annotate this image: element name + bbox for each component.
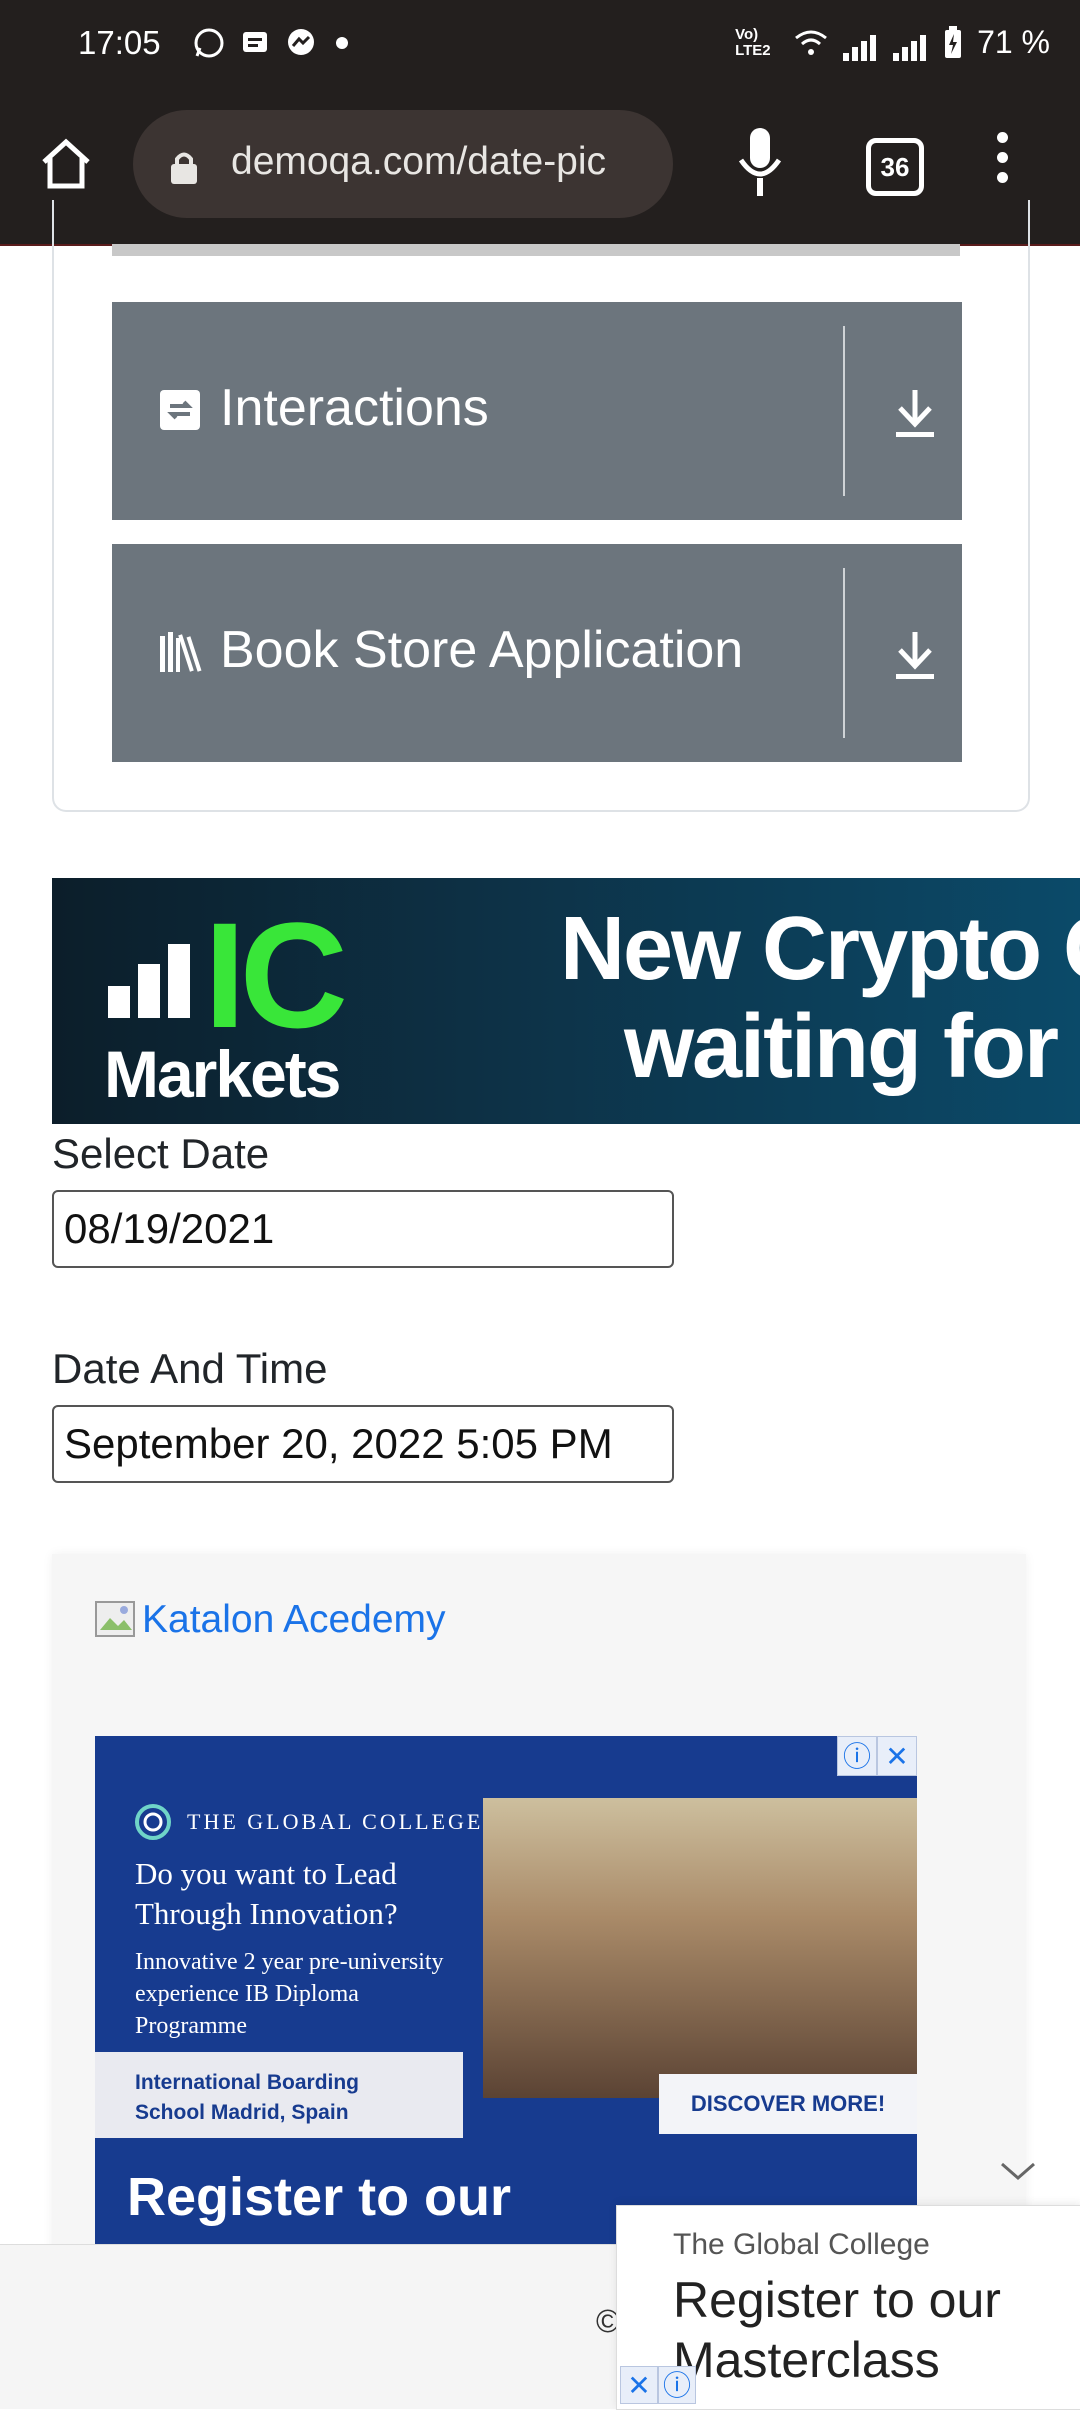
- notification-icons: [192, 26, 352, 60]
- ad-location-box: International Boarding School Madrid, Sp…: [95, 2052, 463, 2138]
- system-icons: Vo) LTE2 71 %: [735, 24, 1050, 61]
- download-arrow-icon[interactable]: [890, 626, 940, 686]
- whatsapp-icon: [194, 28, 224, 58]
- ad-controls: ⓘ ✕: [837, 1736, 917, 1776]
- college-logo-text: THE GLOBAL COLLEGE: [187, 1809, 484, 1834]
- group-label: Interactions: [220, 379, 489, 437]
- chevron-down-icon[interactable]: [998, 2160, 1038, 2184]
- ad-close-icon[interactable]: ✕: [877, 1736, 917, 1776]
- interactions-icon: [160, 390, 200, 430]
- katalon-link[interactable]: Katalon Acedemy: [94, 1598, 446, 1642]
- bookstore-icon: [160, 632, 202, 672]
- download-arrow-icon[interactable]: [890, 384, 940, 444]
- ad-info-icon[interactable]: ⓘ: [658, 2366, 696, 2404]
- home-icon[interactable]: [36, 134, 96, 194]
- panel-divider: [112, 244, 960, 256]
- ad-question: Do you want to Lead Through Innovation?: [135, 1856, 398, 1931]
- ad-headline: Register to our Masterclass: [673, 2272, 1001, 2388]
- wifi-icon: [795, 30, 827, 55]
- group-book-store[interactable]: Book Store Application: [112, 544, 962, 762]
- bottom-ad[interactable]: The Global College Register to our Maste…: [616, 2205, 1080, 2410]
- tab-switcher-button[interactable]: 36: [866, 138, 924, 196]
- battery-level: 71 %: [977, 24, 1050, 60]
- ad-register-text: Register to our: [127, 2167, 512, 2227]
- signal-icon-2: [893, 24, 929, 61]
- signal-icon-1: [843, 24, 879, 61]
- classroom-photo: [483, 1798, 917, 2098]
- college-logo: THE GLOBAL COLLEGE: [133, 1802, 483, 1842]
- group-interactions[interactable]: Interactions: [112, 302, 962, 520]
- lock-icon: [171, 152, 197, 184]
- ad-info-icon[interactable]: ⓘ: [837, 1736, 877, 1776]
- group-label: Book Store Application: [220, 621, 744, 679]
- date-time-input[interactable]: September 20, 2022 5:05 PM: [52, 1405, 674, 1483]
- select-date-label: Select Date: [52, 1130, 270, 1177]
- broken-image-icon: [95, 1601, 135, 1637]
- ad-headline-2: waiting for y: [624, 997, 1080, 1097]
- ad-advertiser: The Global College: [673, 2228, 930, 2261]
- status-bar: 17:05 Vo) LTE2 71 %: [0, 0, 1080, 88]
- katalon-link-text: Katalon Acedemy: [142, 1598, 446, 1641]
- url-text: demoqa.com/date-pic: [231, 140, 607, 183]
- volte-icon: Vo) LTE2: [735, 25, 771, 59]
- date-time-label: Date And Time: [52, 1345, 328, 1392]
- divider: [843, 326, 845, 496]
- discover-more-button[interactable]: DISCOVER MORE!: [659, 2074, 917, 2134]
- microphone-icon[interactable]: [735, 124, 785, 204]
- ad-close-icon[interactable]: ✕: [620, 2366, 658, 2404]
- select-date-input[interactable]: 08/19/2021: [52, 1190, 674, 1268]
- more-menu-icon[interactable]: [992, 132, 1012, 192]
- battery-icon: [945, 25, 962, 58]
- ad-banner[interactable]: IC Markets New Crypto C waiting for y: [52, 878, 1080, 1124]
- ad-subtext: Innovative 2 year pre-university experie…: [135, 1949, 444, 2039]
- divider: [843, 568, 845, 738]
- college-logo-icon: [135, 1804, 171, 1840]
- message-icon: [243, 32, 267, 52]
- brand-markets: Markets: [104, 1037, 341, 1111]
- messenger-icon: [288, 29, 314, 55]
- ad-controls: ✕ ⓘ: [620, 2366, 696, 2404]
- dot-icon: [336, 37, 348, 49]
- ad-section: Katalon Acedemy THE GLOBAL COLLEGE Do yo…: [52, 1554, 1026, 2314]
- brand-ic: IC: [204, 891, 348, 1059]
- clock: 17:05: [78, 24, 161, 61]
- ad-headline-1: New Crypto C: [560, 899, 1080, 999]
- signal-bars-logo: [108, 944, 190, 1018]
